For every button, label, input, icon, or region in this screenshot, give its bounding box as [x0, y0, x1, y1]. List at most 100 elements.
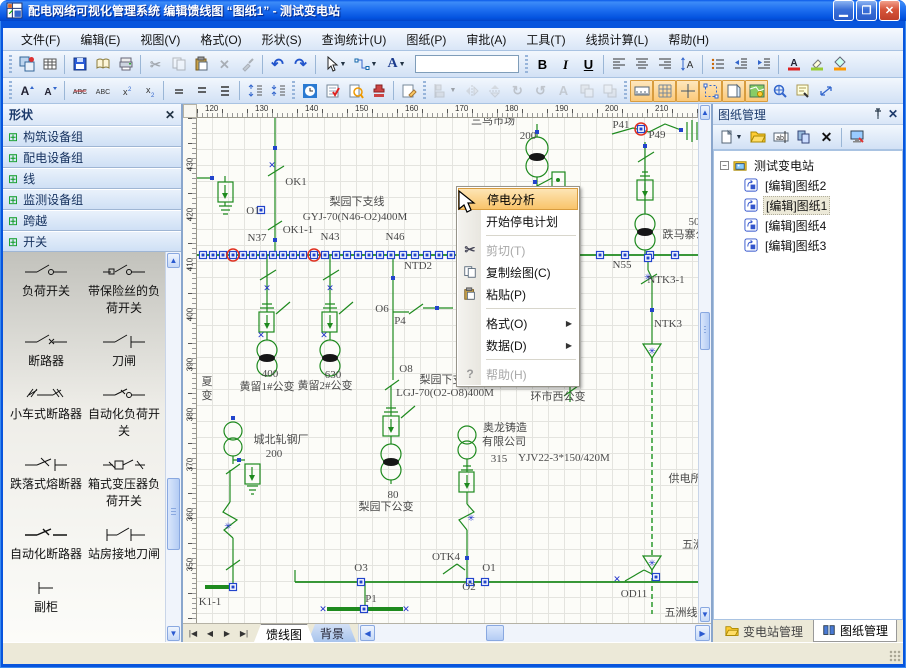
bold-button[interactable]: B — [531, 53, 554, 75]
pin-icon[interactable] — [872, 108, 884, 120]
shapes-panel-close-icon[interactable]: ✕ — [165, 108, 175, 122]
search-document-button[interactable] — [344, 80, 367, 102]
font-color-button[interactable]: A — [782, 53, 805, 75]
shape-item-3[interactable]: 刀闸 — [85, 332, 163, 369]
canvas-scroll-down-icon[interactable]: ▼ — [700, 607, 710, 622]
undo-button[interactable]: ↶ — [266, 53, 289, 75]
menu-item-2[interactable]: 视图(V) — [130, 28, 190, 51]
shape-group-0[interactable]: ⊞构筑设备组 — [3, 126, 181, 147]
shape-group-4[interactable]: ⊞跨越 — [3, 210, 181, 231]
shape-group-3[interactable]: ⊞监测设备组 — [3, 189, 181, 210]
minimize-button[interactable]: ▁ — [833, 0, 854, 21]
next-page-button[interactable]: ▶ — [219, 626, 235, 641]
realtime-monitor-button[interactable] — [298, 80, 321, 102]
prev-page-button[interactable]: ◀ — [202, 626, 218, 641]
canvas-vertical-scrollbar[interactable]: ▲ ▼ — [698, 104, 711, 623]
connection-points-button[interactable] — [814, 80, 837, 102]
toolbar-grip[interactable] — [292, 81, 295, 100]
shape-item-2[interactable]: 断路器 — [7, 332, 85, 369]
dropdown-arrow-icon[interactable]: ▼ — [399, 61, 406, 68]
toggle-guides-button[interactable] — [676, 80, 699, 102]
toggle-page-button[interactable] — [722, 80, 745, 102]
canvas-scroll-right-icon[interactable]: ▶ — [695, 625, 710, 641]
drawings-panel-close-icon[interactable]: ✕ — [888, 107, 898, 121]
context-menu-item-paste[interactable]: 粘贴(P) — [458, 283, 578, 305]
context-menu-item-copy-drawing[interactable]: 复制绘图(C) — [458, 261, 578, 283]
shapes-scroll-thumb[interactable] — [167, 478, 180, 550]
menu-item-4[interactable]: 形状(S) — [252, 28, 312, 51]
canvas-horizontal-scrollbar[interactable]: ◀ ▶ — [358, 624, 711, 642]
shape-group-2[interactable]: ⊞线 — [3, 168, 181, 189]
align-center-button[interactable] — [630, 53, 653, 75]
redo-button[interactable]: ↷ — [289, 53, 312, 75]
shape-item-6[interactable]: 跌落式熔断器 — [7, 455, 85, 509]
canvas-scroll-left-icon[interactable]: ◀ — [360, 625, 375, 641]
print-preview-button[interactable] — [91, 53, 114, 75]
toolbar-grip[interactable] — [9, 55, 12, 74]
export-drawing-button[interactable] — [845, 126, 868, 148]
menu-item-5[interactable]: 查询统计(U) — [312, 28, 397, 51]
toggle-selection-button[interactable] — [699, 80, 722, 102]
toggle-map-button[interactable] — [745, 80, 768, 102]
new-diagram-button[interactable] — [15, 53, 38, 75]
menu-item-1[interactable]: 编辑(E) — [70, 28, 130, 51]
shapes-scroll-up-icon[interactable]: ▲ — [167, 253, 180, 268]
tree-node-drawing-0[interactable]: [编辑]图纸2 — [714, 175, 902, 195]
page-tab-1[interactable]: 背景 — [308, 624, 356, 642]
font-combo[interactable] — [415, 55, 519, 73]
vertical-text-button[interactable]: A — [676, 53, 699, 75]
menu-item-8[interactable]: 工具(T) — [516, 28, 575, 51]
grow-font-button[interactable]: A — [15, 80, 38, 102]
menu-item-7[interactable]: 审批(A) — [456, 28, 516, 51]
dropdown-arrow-icon[interactable]: ▼ — [736, 134, 743, 141]
shape-item-5[interactable]: 自动化负荷开关 — [85, 385, 163, 439]
align-right-button[interactable] — [653, 53, 676, 75]
diagram-canvas[interactable]: ✕✕✕✕✕✕✕✕✳✳✳✳✳✳ 三鸟市场200P41P49OK1O1OK1-1N3… — [197, 118, 698, 623]
menu-item-0[interactable]: 文件(F) — [11, 28, 70, 51]
line-spacing-double-button[interactable] — [213, 80, 236, 102]
shape-item-0[interactable]: 负荷开关 — [7, 262, 85, 316]
shape-item-9[interactable]: 站房接地刀闸 — [85, 525, 163, 562]
delete-drawing-button[interactable]: ✕ — [815, 126, 838, 148]
underline-button[interactable]: U — [577, 53, 600, 75]
copy-drawing-button[interactable] — [792, 126, 815, 148]
shapes-scroll-down-icon[interactable]: ▼ — [167, 626, 180, 641]
italic-button[interactable]: I — [554, 53, 577, 75]
bullets-button[interactable] — [706, 53, 729, 75]
text-tool-button[interactable]: A▼ — [381, 53, 412, 75]
pointer-tool-button[interactable]: ▼ — [319, 53, 350, 75]
restore-button[interactable]: ❐ — [856, 0, 877, 21]
line-spacing-single-button[interactable] — [167, 80, 190, 102]
resize-grip[interactable] — [889, 650, 901, 662]
tree-node-drawing-3[interactable]: [编辑]图纸3 — [714, 235, 902, 255]
indent-button[interactable] — [752, 53, 775, 75]
decrease-paragraph-spacing-button[interactable] — [266, 80, 289, 102]
context-menu-item-format[interactable]: 格式(O)▶ — [458, 312, 578, 334]
tree-node-drawing-1[interactable]: [编辑]图纸1 — [714, 195, 902, 215]
canvas-scroll-up-icon[interactable]: ▲ — [700, 105, 710, 120]
toolbar-grip[interactable] — [9, 81, 12, 100]
approval-form-button[interactable] — [321, 80, 344, 102]
subscript-button[interactable]: x2 — [137, 80, 160, 102]
panel-tab-1[interactable]: 图纸管理 — [813, 620, 897, 642]
strikethrough-button[interactable]: ABC — [68, 80, 91, 102]
new-drawing-button[interactable]: ▼ — [715, 126, 746, 148]
dropdown-arrow-icon[interactable]: ▼ — [340, 61, 347, 68]
dropdown-arrow-icon[interactable]: ▼ — [450, 87, 457, 94]
menu-item-6[interactable]: 图纸(P) — [396, 28, 456, 51]
page-tab-0[interactable]: 馈线图 — [254, 624, 314, 642]
edit-document-button[interactable] — [397, 80, 420, 102]
paste-button[interactable] — [190, 53, 213, 75]
menu-item-3[interactable]: 格式(O) — [190, 28, 251, 51]
rename-drawing-button[interactable]: ab — [769, 126, 792, 148]
align-left-button[interactable] — [607, 53, 630, 75]
open-drawing-button[interactable] — [746, 126, 769, 148]
double-strikethrough-button[interactable]: ABC — [91, 80, 114, 102]
print-button[interactable] — [114, 53, 137, 75]
table-button[interactable] — [38, 53, 61, 75]
title-bar[interactable]: 配电网络可视化管理系统 编辑馈线图 “图纸1” - 测试变电站 ▁ ❐ ✕ — [0, 0, 906, 21]
connector-tool-button[interactable]: ▼ — [350, 53, 381, 75]
close-button[interactable]: ✕ — [879, 0, 900, 21]
shape-group-5[interactable]: ⊞开关 — [3, 231, 181, 252]
superscript-button[interactable]: x2 — [114, 80, 137, 102]
